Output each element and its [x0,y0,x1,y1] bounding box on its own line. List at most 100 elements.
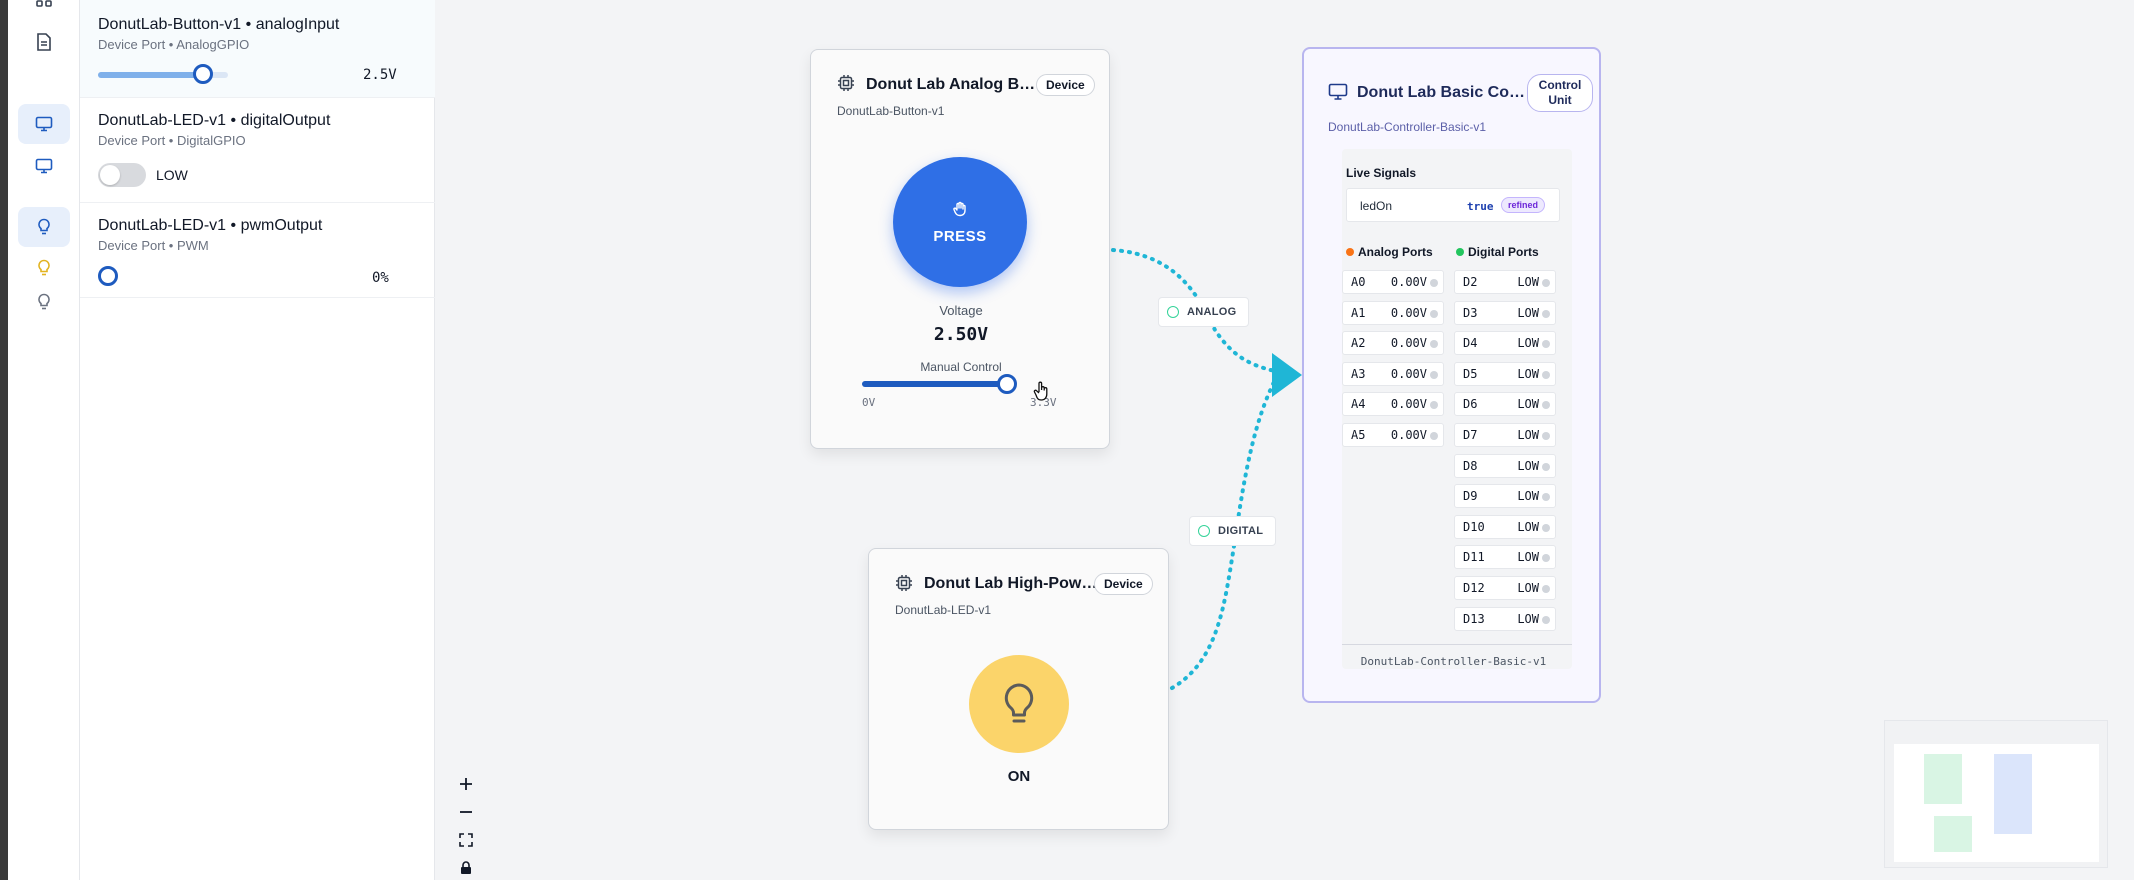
port-value: 0.00V [1390,305,1427,320]
port-value: LOW [1517,519,1539,534]
port-value: 0.00V [1390,275,1427,289]
press-label: PRESS [933,227,987,245]
minimap-viewport [1894,744,2099,862]
node-subtitle: DonutLab-Button-v1 [837,104,945,118]
port-name: A0 [1351,275,1366,289]
port-status-dot [1542,554,1550,563]
port-status-dot [1542,309,1550,318]
manual-control-slider[interactable] [862,381,1007,387]
minimap-node [1924,754,1962,804]
port-name: D2 [1463,275,1478,289]
port-cell: D13 LOW [1454,606,1556,631]
port-cell: A1 0.00V [1342,300,1444,325]
port-value: LOW [1517,397,1539,412]
press-button[interactable]: PRESS [893,157,1027,287]
port-name: D6 [1463,397,1478,412]
node-title: Donut Lab Basic Contr… [1357,84,1527,101]
port-cell: A4 0.00V [1342,392,1444,417]
port-cell: A0 0.00V [1342,270,1444,294]
port-value: 0.00V [1390,397,1427,412]
slider-handle[interactable] [997,374,1017,394]
chip-icon [896,575,912,591]
hand-icon [953,201,966,216]
edge-label-text: ANALOG [1187,306,1237,318]
port-status-dot [1542,493,1550,502]
port-name: A3 [1351,366,1366,381]
port-cell: D2 LOW [1454,270,1556,294]
monitor-icon [1328,83,1348,100]
device-badge: Device [1036,74,1095,96]
port-value: LOW [1517,611,1539,626]
analog-ports-label: Analog Ports [1358,245,1433,259]
port-cell: A2 0.00V [1342,331,1444,356]
analog-ports-header: Analog Ports [1346,245,1433,259]
port-status-dot [1542,340,1550,349]
port-status-dot [1542,432,1550,440]
port-cell: D5 LOW [1454,361,1556,386]
port-status-dot [1542,462,1550,471]
lock-icon [461,861,471,874]
port-cell: A5 0.00V [1342,423,1444,447]
digital-ports-label: Digital Ports [1468,245,1539,259]
digital-ports-header: Digital Ports [1456,245,1539,259]
manual-control-label: Manual Control [920,360,1002,374]
zoom-in-button[interactable] [454,770,478,798]
signal-value: true [1467,200,1494,213]
port-cell: D4 LOW [1454,331,1556,356]
port-name: D11 [1463,550,1485,565]
port-name: D3 [1463,305,1478,320]
analog-dot [1346,248,1354,256]
port-cell: D3 LOW [1454,300,1556,325]
divider [1342,644,1572,645]
port-cell: D9 LOW [1454,484,1556,509]
live-signal-row: ledOn true refined [1346,188,1560,222]
edge-arrowhead [1272,353,1302,397]
device-badge: Device [1094,573,1153,595]
port-name: D10 [1463,519,1485,534]
badge-line: Control [1538,78,1582,92]
port-cell: D11 LOW [1454,545,1556,570]
button-device-node[interactable]: Donut Lab Analog Butt… Device DonutLab-B… [810,49,1110,449]
cursor-hand-icon [1033,381,1048,401]
analog-edge-label[interactable]: ANALOG [1158,297,1250,327]
minus-icon [460,811,472,813]
port-cell: A3 0.00V [1342,361,1444,386]
port-name: A4 [1351,397,1366,412]
node-title: Donut Lab High-Power… [924,575,1099,592]
controller-footer: DonutLab-Controller-Basic-v1 [1360,655,1547,668]
chip-icon [838,75,854,91]
port-value: LOW [1517,336,1539,351]
zoom-out-button[interactable] [454,798,478,826]
port-status-dot [1542,585,1550,593]
plus-icon [460,778,472,790]
check-icon [1167,306,1179,318]
fit-view-button[interactable] [454,826,478,854]
voltage-value: 2.50V [933,324,989,345]
digital-edge-label[interactable]: DIGITAL [1189,516,1277,546]
port-status-dot [1430,279,1438,287]
controller-body: Live Signals ledOn true refined Analog P… [1342,149,1572,669]
port-value: LOW [1517,489,1539,504]
minimap[interactable] [1884,720,2108,868]
node-title: Donut Lab Analog Butt… [866,76,1041,93]
minimap-node [1994,754,2032,834]
port-name: D12 [1463,581,1485,595]
port-value: LOW [1517,428,1539,442]
signal-tag: refined [1501,197,1546,213]
port-name: D8 [1463,458,1478,473]
led-device-node[interactable]: Donut Lab High-Power… Device DonutLab-LE… [868,548,1169,830]
zoom-controls [454,770,478,880]
led-state: ON [1007,768,1031,785]
port-name: D9 [1463,489,1478,504]
port-name: D5 [1463,366,1478,381]
port-cell: D8 LOW [1454,453,1556,478]
minimap-node [1934,816,1972,852]
port-status-dot [1542,523,1550,532]
port-value: LOW [1517,458,1539,473]
controller-node[interactable]: Donut Lab Basic Contr… Control Unit Donu… [1302,47,1601,703]
port-cell: D7 LOW [1454,423,1556,447]
lock-button[interactable] [454,854,478,880]
led-indicator [969,655,1069,753]
port-status-dot [1542,279,1550,287]
live-signals-label: Live Signals [1346,166,1417,180]
